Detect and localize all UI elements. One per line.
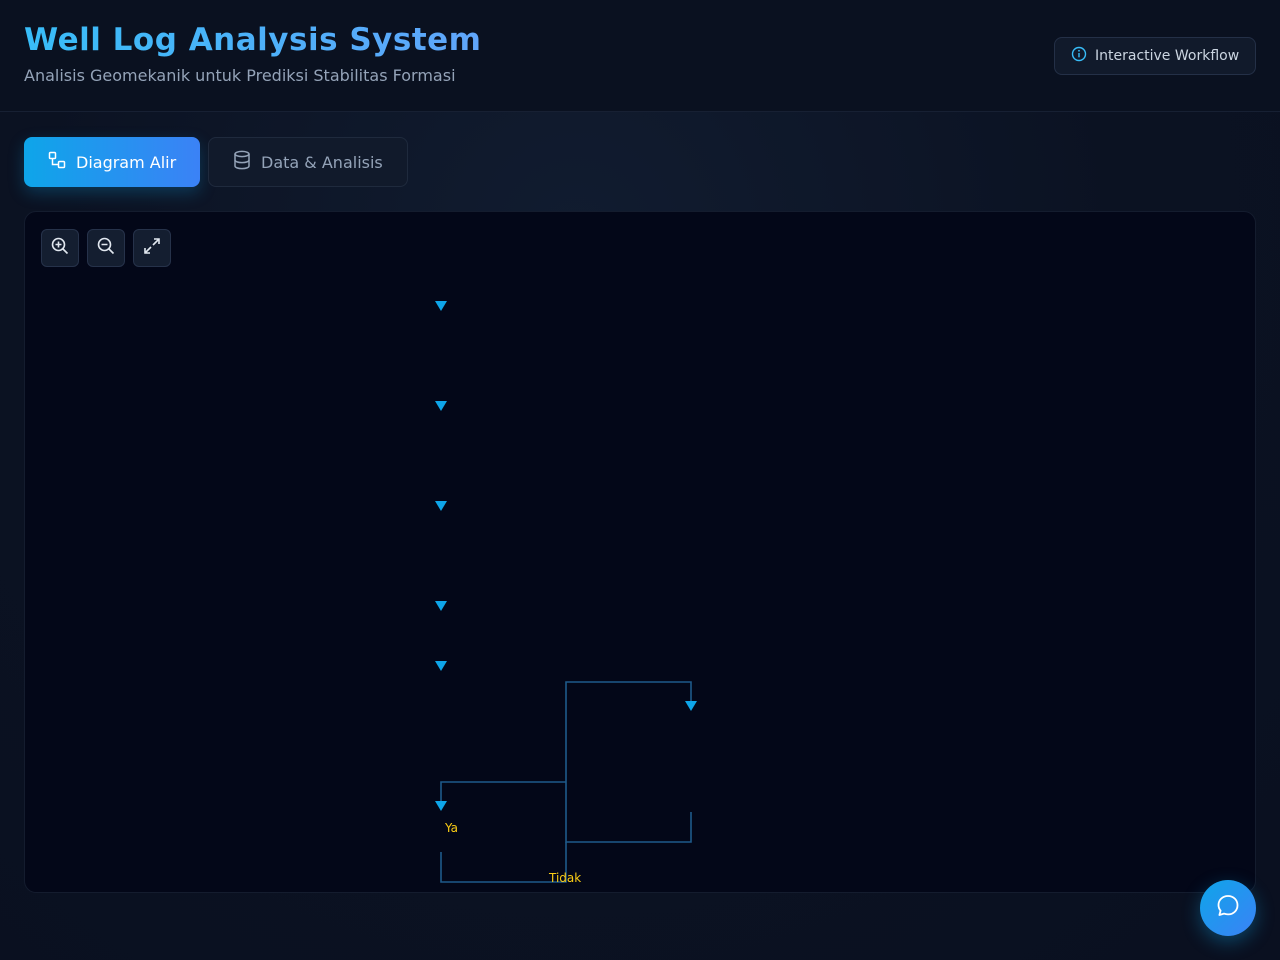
tab-diagram-alir[interactable]: Diagram Alir [24,137,200,187]
flow-arrowhead [435,401,447,411]
app-header: Well Log Analysis System Analisis Geomek… [0,0,1280,112]
page-subtitle: Analisis Geomekanik untuk Prediksi Stabi… [24,66,456,85]
page: Well Log Analysis System Analisis Geomek… [0,0,1280,960]
tab-label: Data & Analisis [261,152,383,172]
flow-arrowhead [435,501,447,511]
flow-connector-yes-branch [440,781,566,801]
flowchart-diagram: Ya Tidak [435,301,697,885]
flow-arrowhead [435,801,447,811]
flowchart-canvas[interactable]: Ya Tidak [24,211,1256,893]
tab-data-analisis[interactable]: Data & Analisis [208,137,408,187]
decision-label-no: Tidak [548,871,581,885]
info-icon [1071,46,1087,66]
flow-arrowhead [435,301,447,311]
flow-connector-no-branch [565,681,692,782]
flow-connector-loop-left [440,842,567,883]
flow-connector-loop-right [565,782,692,843]
chat-button[interactable] [1200,880,1256,936]
chat-icon [1215,893,1241,923]
workflow-badge-label: Interactive Workflow [1095,48,1240,64]
flow-arrowhead [685,701,697,711]
flowchart-icon [48,151,66,173]
interactive-workflow-button[interactable]: Interactive Workflow [1054,37,1256,75]
page-title: Well Log Analysis System [24,22,482,58]
tab-label: Diagram Alir [76,152,177,172]
decision-label-yes: Ya [444,821,458,835]
flow-arrowhead [435,601,447,611]
database-icon [233,150,251,174]
flow-arrowhead [435,661,447,671]
